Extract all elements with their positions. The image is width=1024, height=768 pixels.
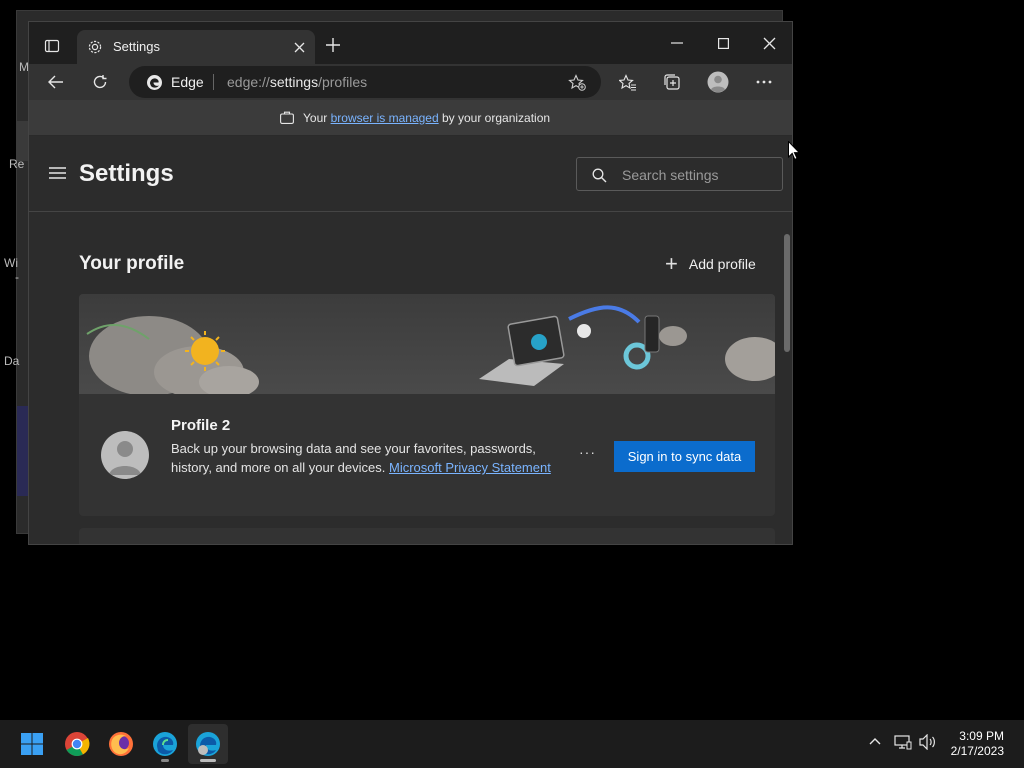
background-window-text: Da bbox=[4, 354, 20, 368]
privacy-statement-link[interactable]: Microsoft Privacy Statement bbox=[389, 460, 551, 475]
url-prefix: edge:// bbox=[227, 74, 270, 90]
gear-icon bbox=[86, 38, 104, 56]
chrome-icon bbox=[65, 732, 90, 757]
taskbar-edge[interactable] bbox=[145, 724, 185, 764]
taskbar-edge-profile[interactable] bbox=[188, 724, 228, 764]
managed-message: Your browser is managed by your organiza… bbox=[303, 111, 550, 125]
edge-profile-icon bbox=[196, 732, 220, 756]
hamburger-menu-icon[interactable] bbox=[47, 164, 67, 182]
favorites-icon[interactable] bbox=[617, 71, 639, 93]
active-indicator bbox=[200, 759, 216, 762]
desktop: My Re Wi - Da Settings Edge edge://setti… bbox=[0, 0, 1024, 720]
settings-header: Settings Search settings bbox=[29, 136, 792, 212]
collections-icon[interactable] bbox=[661, 71, 683, 93]
new-tab-icon[interactable] bbox=[322, 34, 344, 56]
taskbar: 3:09 PM 2/17/2023 bbox=[0, 720, 1024, 768]
briefcase-icon bbox=[279, 109, 295, 125]
edge-icon bbox=[153, 732, 177, 756]
add-profile-button[interactable]: + Add profile bbox=[665, 252, 756, 276]
edge-brand-label: Edge bbox=[171, 74, 204, 90]
close-window-icon[interactable] bbox=[757, 31, 781, 55]
profile-name: Profile 2 bbox=[171, 417, 231, 434]
taskbar-firefox[interactable] bbox=[101, 724, 141, 764]
background-window-text: - bbox=[15, 270, 19, 284]
address-bar[interactable]: Edge edge://settings/profiles bbox=[129, 66, 601, 98]
banner-art bbox=[86, 305, 775, 398]
refresh-icon[interactable] bbox=[89, 71, 111, 93]
taskbar-chrome[interactable] bbox=[57, 724, 97, 764]
address-toolbar: Edge edge://settings/profiles bbox=[29, 64, 792, 100]
settings-content: Settings Search settings Your profile + … bbox=[29, 136, 792, 544]
system-clock[interactable]: 3:09 PM 2/17/2023 bbox=[951, 729, 1004, 759]
address-divider bbox=[213, 74, 214, 90]
windows-logo-icon bbox=[21, 733, 43, 755]
page-title: Settings bbox=[79, 160, 174, 187]
url-path: /profiles bbox=[318, 74, 368, 90]
more-menu-icon[interactable] bbox=[752, 71, 776, 93]
managed-suffix: by your organization bbox=[438, 111, 551, 125]
edge-window: Settings Edge edge://settings/profiles Y… bbox=[28, 21, 793, 545]
network-icon[interactable] bbox=[894, 734, 912, 755]
sign-in-to-sync-button[interactable]: Sign in to sync data bbox=[614, 441, 755, 472]
managed-browser-infobar: Your browser is managed by your organiza… bbox=[29, 100, 792, 136]
volume-icon[interactable] bbox=[919, 733, 937, 755]
back-icon[interactable] bbox=[45, 72, 67, 92]
start-button[interactable] bbox=[12, 724, 52, 764]
title-bar: Settings bbox=[29, 22, 792, 64]
background-window-text: Wi bbox=[4, 256, 18, 270]
profile-avatar-icon[interactable] bbox=[706, 70, 730, 94]
search-icon bbox=[591, 167, 607, 183]
maximize-icon[interactable] bbox=[711, 32, 735, 54]
search-settings-input[interactable]: Search settings bbox=[576, 157, 783, 191]
section-title-your-profile: Your profile bbox=[79, 253, 185, 274]
search-placeholder: Search settings bbox=[622, 167, 719, 183]
profile-banner-illustration bbox=[79, 294, 775, 398]
scrollbar-thumb[interactable] bbox=[784, 234, 790, 352]
avatar bbox=[101, 431, 149, 479]
managed-prefix: Your bbox=[303, 111, 331, 125]
edge-logo-icon bbox=[145, 73, 163, 91]
running-indicator bbox=[161, 759, 169, 762]
browser-managed-link[interactable]: browser is managed bbox=[331, 111, 439, 125]
url-host: settings bbox=[269, 74, 319, 90]
close-tab-icon[interactable] bbox=[290, 38, 308, 56]
profile-description: Back up your browsing data and see your … bbox=[171, 439, 551, 477]
minimize-icon[interactable] bbox=[665, 32, 689, 54]
mouse-cursor bbox=[788, 140, 801, 165]
tab-title: Settings bbox=[113, 39, 160, 54]
show-hidden-icons-chevron-icon[interactable] bbox=[868, 734, 882, 753]
profile-card: Profile 2 Back up your browsing data and… bbox=[79, 294, 775, 516]
add-profile-label: Add profile bbox=[688, 256, 756, 272]
plus-icon: + bbox=[665, 251, 678, 276]
url-text: edge://settings/profiles bbox=[227, 74, 367, 90]
clock-date: 2/17/2023 bbox=[950, 744, 1004, 758]
firefox-icon bbox=[109, 732, 133, 756]
next-section-card bbox=[79, 528, 775, 544]
add-favorite-icon[interactable] bbox=[567, 73, 587, 91]
tab-actions-icon[interactable] bbox=[41, 36, 63, 56]
profile-more-options-icon[interactable]: ··· bbox=[579, 444, 596, 460]
clock-time: 3:09 PM bbox=[959, 729, 1004, 743]
tab-settings[interactable]: Settings bbox=[77, 30, 315, 64]
background-window-text: Re bbox=[9, 157, 25, 171]
